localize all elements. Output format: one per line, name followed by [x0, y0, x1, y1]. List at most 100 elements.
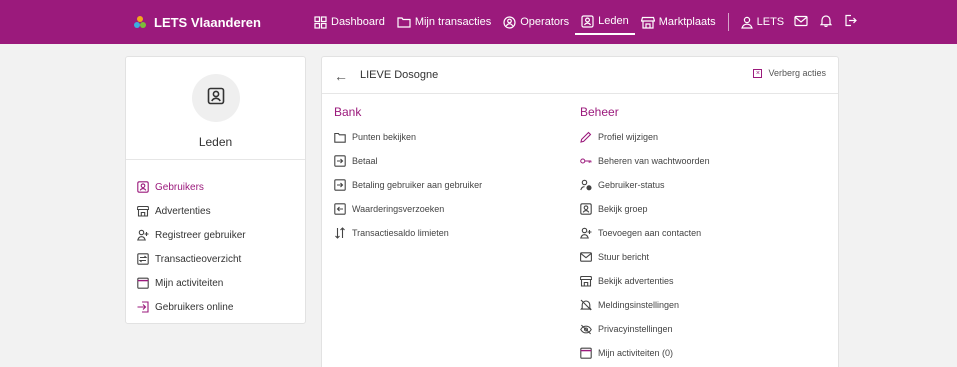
folder-icon	[334, 131, 346, 143]
mail-icon[interactable]	[794, 15, 808, 30]
logout-icon[interactable]	[844, 14, 857, 30]
brand[interactable]: LETS Vlaanderen	[134, 0, 261, 44]
up-down-arrows-icon	[334, 227, 346, 239]
calendar-icon	[580, 347, 592, 359]
member-icon	[137, 181, 149, 193]
action-beheren-wachtwoorden[interactable]: Beheren van wachtwoorden	[580, 149, 710, 173]
action-stuur-bericht[interactable]: Stuur bericht	[580, 245, 710, 269]
close-box-icon: ×	[753, 68, 763, 78]
action-mijn-activiteiten[interactable]: Mijn activiteiten (0)	[580, 341, 710, 365]
user-add-icon	[580, 227, 592, 239]
lets-logo-icon	[134, 16, 146, 28]
nav-user-label: LETS	[756, 16, 785, 28]
action-waarderingsverzoeken[interactable]: Waarderingsverzoeken	[334, 197, 482, 221]
action-label: Bekijk advertenties	[598, 276, 674, 286]
sidebar-title: Leden	[198, 135, 233, 149]
mail-icon	[580, 251, 592, 263]
sidebar-item-gebruikers[interactable]: Gebruikers	[137, 175, 246, 199]
member-icon	[581, 14, 594, 28]
nav-user[interactable]: LETS	[735, 9, 791, 35]
back-arrow-icon[interactable]: ←	[334, 69, 348, 83]
logo-dot-green	[140, 22, 146, 28]
action-label: Betaal	[352, 156, 378, 166]
folder-icon	[397, 16, 411, 28]
market-icon	[137, 205, 149, 217]
bank-section: Bank Punten bekijken Betaal Betaling geb…	[334, 105, 482, 245]
sidebar-item-transactieoverzicht[interactable]: Transactieoverzicht	[137, 247, 246, 271]
nav-divider	[727, 13, 729, 31]
nav-mijn-transacties-label: Mijn transacties	[414, 16, 492, 28]
nav-operators-label: Operators	[520, 16, 570, 28]
key-icon	[580, 155, 592, 167]
section-title-bank: Bank	[334, 105, 362, 119]
action-label: Bekijk groep	[598, 204, 648, 214]
market-icon	[580, 275, 592, 287]
sidebar-menu: Gebruikers Advertenties Registreer gebru…	[137, 175, 246, 319]
transfer-icon	[137, 253, 149, 265]
sidebar-item-mijn-activiteiten[interactable]: Mijn activiteiten	[137, 271, 246, 295]
header-actions	[790, 14, 857, 30]
calendar-icon	[137, 277, 149, 289]
bell-off-icon	[580, 299, 592, 311]
market-icon	[640, 16, 655, 29]
action-label: Transactiesaldo limieten	[352, 228, 449, 238]
sidebar-item-label: Advertenties	[155, 205, 211, 217]
member-icon	[580, 203, 592, 215]
sidebar-item-gebruikers-online[interactable]: Gebruikers online	[137, 295, 246, 319]
action-label: Mijn activiteiten (0)	[598, 348, 674, 358]
action-toevoegen-contacten[interactable]: Toevoegen aan contacten	[580, 221, 710, 245]
eye-off-icon	[580, 323, 592, 335]
dashboard-icon	[314, 15, 327, 29]
top-bar: LETS Vlaanderen Dashboard Mijn transacti…	[0, 0, 957, 44]
action-betaling-gebruiker[interactable]: Betaling gebruiker aan gebruiker	[334, 173, 482, 197]
nav-mijn-transacties[interactable]: Mijn transacties	[391, 9, 497, 35]
action-label: Stuur bericht	[598, 252, 650, 262]
action-bekijk-advertenties[interactable]: Bekijk advertenties	[580, 269, 710, 293]
sidebar-item-label: Transactieoverzicht	[155, 253, 242, 265]
login-icon	[137, 301, 149, 313]
divider	[126, 159, 305, 160]
nav-operators[interactable]: Operators	[497, 9, 575, 35]
action-meldingsinstellingen[interactable]: Meldingsinstellingen	[580, 293, 710, 317]
member-icon	[207, 87, 225, 110]
sidebar-item-label: Gebruikers	[155, 181, 204, 193]
user-icon	[740, 16, 753, 29]
sidebar-item-label: Gebruikers online	[155, 301, 234, 313]
nav-leden-label: Leden	[598, 15, 629, 27]
action-label: Punten bekijken	[352, 132, 417, 142]
sidebar-item-advertenties[interactable]: Advertenties	[137, 199, 246, 223]
user-add-icon	[137, 229, 149, 241]
pencil-icon	[580, 131, 592, 143]
operators-icon	[503, 15, 516, 29]
members-sidebar: Leden Gebruikers Advertenties Registreer…	[125, 56, 306, 324]
nav-dashboard[interactable]: Dashboard	[308, 9, 391, 35]
action-transactiesaldo-limieten[interactable]: Transactiesaldo limieten	[334, 221, 482, 245]
action-bekijk-groep[interactable]: Bekijk groep	[580, 197, 710, 221]
action-punten-bekijken[interactable]: Punten bekijken	[334, 125, 482, 149]
nav-marktplaats[interactable]: Marktplaats	[635, 9, 722, 35]
page-title: LIEVE Dosogne	[360, 69, 439, 81]
action-label: Toevoegen aan contacten	[598, 228, 702, 238]
arrow-box-icon	[334, 179, 346, 191]
beheer-section: Beheer Profiel wijzigen Beheren van wach…	[580, 105, 710, 365]
arrow-box-left-icon	[334, 203, 346, 215]
hide-actions-label: Verberg acties	[768, 68, 826, 78]
action-label: Betaling gebruiker aan gebruiker	[352, 180, 483, 190]
member-detail-panel: ← LIEVE Dosogne × Verberg acties Bank Pu…	[321, 56, 839, 367]
sidebar-item-label: Mijn activiteiten	[155, 277, 224, 289]
section-title-beheer: Beheer	[580, 105, 619, 119]
bell-icon[interactable]	[819, 14, 833, 30]
action-label: Privacyinstellingen	[598, 324, 673, 334]
nav-leden[interactable]: Leden	[575, 9, 635, 35]
avatar	[192, 74, 240, 122]
action-label: Profiel wijzigen	[598, 132, 659, 142]
action-betaal[interactable]: Betaal	[334, 149, 482, 173]
action-label: Gebruiker-status	[598, 180, 665, 190]
action-label: Waarderingsverzoeken	[352, 204, 445, 214]
hide-actions-button[interactable]: × Verberg acties	[753, 68, 826, 78]
action-gebruiker-status[interactable]: Gebruiker-status	[580, 173, 710, 197]
action-privacyinstellingen[interactable]: Privacyinstellingen	[580, 317, 710, 341]
sidebar-item-registreer-gebruiker[interactable]: Registreer gebruiker	[137, 223, 246, 247]
action-profiel-wijzigen[interactable]: Profiel wijzigen	[580, 125, 710, 149]
arrow-box-icon	[334, 155, 346, 167]
